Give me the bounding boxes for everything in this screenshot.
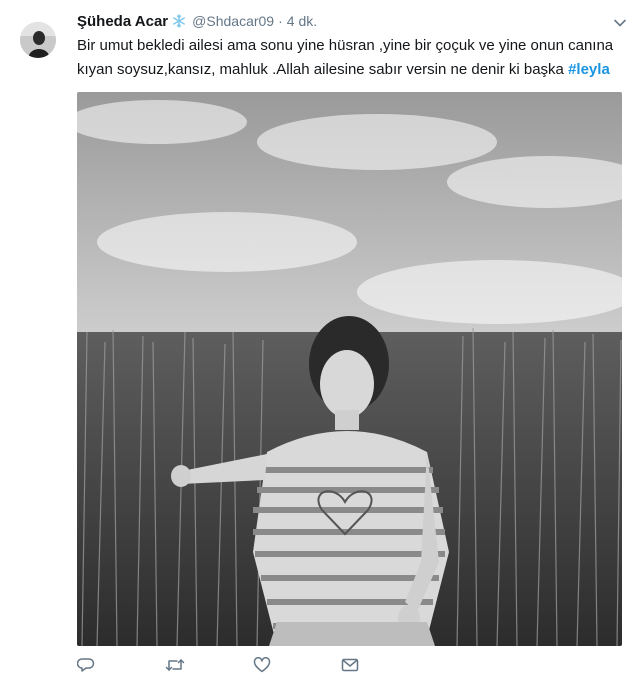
tweet-actions [77, 656, 429, 674]
message-button[interactable] [341, 656, 429, 674]
retweet-icon [165, 659, 185, 671]
girl-in-wheat-field-photo [77, 92, 622, 646]
separator-dot: · [278, 13, 283, 29]
tweet-body: Bir umut bekledi ailesi ama sonu yine hü… [77, 37, 614, 78]
snowflake-icon [172, 14, 186, 28]
retweet-button[interactable] [165, 656, 253, 674]
tweet[interactable]: Şüheda Acar @Shdacar09 · 4 dk. Bir umut … [0, 0, 640, 674]
author-name[interactable]: Şüheda Acar [77, 13, 168, 30]
avatar[interactable] [20, 22, 56, 58]
author-handle[interactable]: @Shdacar09 [192, 13, 274, 29]
tweet-header: Şüheda Acar @Shdacar09 · 4 dk. [77, 10, 317, 32]
hashtag-link[interactable]: #leyla [568, 61, 610, 78]
chevron-down-icon[interactable] [614, 14, 626, 32]
like-icon [253, 657, 271, 673]
like-button[interactable] [253, 656, 341, 674]
reply-button[interactable] [77, 656, 165, 674]
tweet-photo[interactable] [77, 92, 622, 646]
tweet-text: Bir umut bekledi ailesi ama sonu yine hü… [77, 34, 622, 82]
avatar-image [20, 22, 56, 58]
reply-icon [77, 658, 95, 672]
tweet-timestamp[interactable]: 4 dk. [287, 13, 317, 29]
message-icon [341, 658, 359, 672]
